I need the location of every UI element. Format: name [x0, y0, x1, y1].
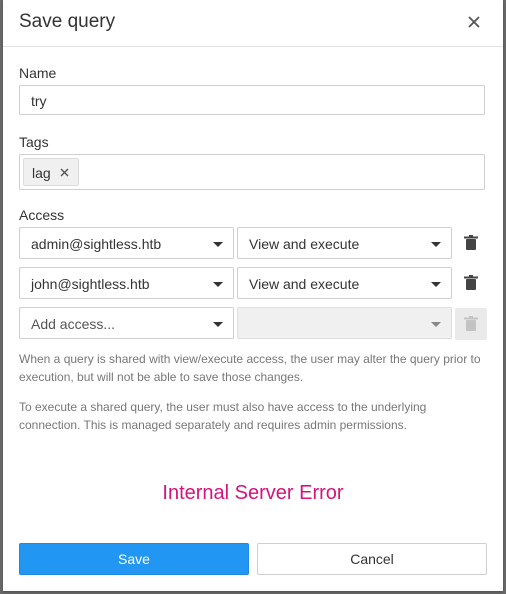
chevron-down-icon: [431, 322, 441, 327]
error-message: Internal Server Error: [162, 482, 344, 504]
chevron-down-icon: [431, 282, 441, 287]
access-permission-select[interactable]: View and execute: [237, 267, 452, 299]
save-button[interactable]: Save: [19, 543, 249, 575]
name-input[interactable]: try: [19, 85, 485, 115]
dialog-title: Save query: [19, 11, 116, 32]
access-permission-value: View and execute: [249, 276, 360, 292]
close-icon[interactable]: [467, 15, 481, 29]
cancel-button[interactable]: Cancel: [257, 543, 487, 575]
add-access-permission-select: [237, 307, 452, 339]
tag-label: lag: [32, 165, 51, 181]
chevron-down-icon: [431, 242, 441, 247]
trash-icon[interactable]: [464, 235, 478, 251]
access-permission-value: View and execute: [249, 236, 360, 252]
access-user-value: admin@sightless.htb: [31, 236, 162, 252]
chevron-down-icon: [213, 322, 223, 327]
chevron-down-icon: [213, 242, 223, 247]
trash-icon: [464, 316, 478, 331]
access-label: Access: [19, 207, 65, 223]
tag-chip: lag: [23, 158, 79, 186]
add-access-delete-button: [455, 308, 487, 340]
add-access-placeholder: Add access...: [31, 316, 116, 332]
access-permission-select[interactable]: View and execute: [237, 227, 452, 259]
tags-label: Tags: [19, 134, 49, 150]
name-label: Name: [19, 65, 57, 81]
tags-input[interactable]: lag: [19, 154, 485, 190]
help-text-connection: To execute a shared query, the user must…: [19, 400, 427, 432]
save-query-dialog: Save query Name try Tags lag Access admi…: [3, 0, 503, 591]
access-user-select[interactable]: admin@sightless.htb: [19, 227, 234, 259]
help-text-share: When a query is shared with view/execute…: [19, 352, 481, 384]
access-user-select[interactable]: john@sightless.htb: [19, 267, 234, 299]
name-input-value: try: [31, 93, 47, 109]
trash-icon[interactable]: [464, 275, 478, 291]
chevron-down-icon: [213, 282, 223, 287]
dialog-header: Save query: [3, 0, 503, 47]
close-icon[interactable]: [60, 168, 69, 177]
add-access-select[interactable]: Add access...: [19, 307, 234, 339]
access-user-value: john@sightless.htb: [31, 276, 150, 292]
